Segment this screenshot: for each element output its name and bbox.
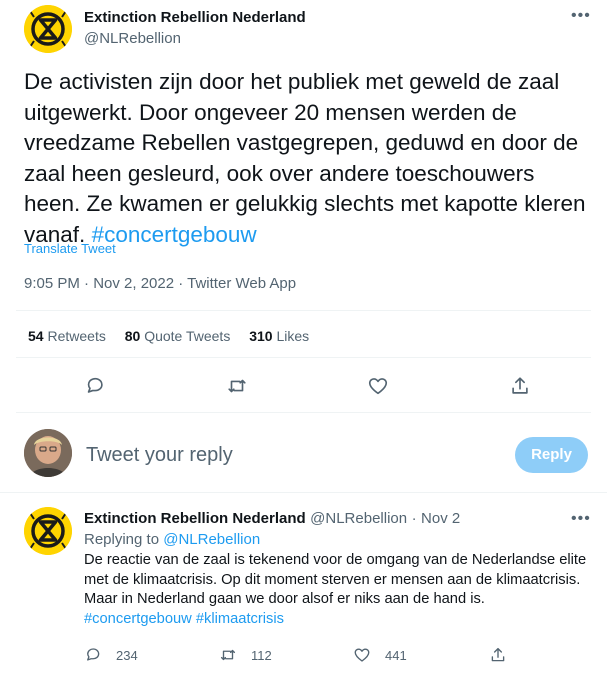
reply-button[interactable]: Reply xyxy=(515,437,588,473)
reply-input[interactable]: Tweet your reply xyxy=(86,444,233,467)
tweet-body: De activisten zijn door het publiek met … xyxy=(24,69,586,247)
retweets-stat[interactable]: 54 Retweets xyxy=(28,328,106,344)
xr-logo-icon xyxy=(24,5,72,53)
reply-action[interactable]: 234 xyxy=(84,646,138,664)
hashtag-link[interactable]: #concertgebouw xyxy=(92,222,257,247)
tweet-text: De activisten zijn door het publiek met … xyxy=(24,67,594,250)
like-icon[interactable] xyxy=(367,375,389,397)
xr-logo-icon xyxy=(24,507,72,555)
share-action[interactable] xyxy=(489,646,521,664)
author-name[interactable]: Extinction Rebellion Nederland xyxy=(84,9,306,26)
reply-count: 234 xyxy=(116,647,138,663)
author-handle[interactable]: @NLRebellion xyxy=(84,30,181,47)
divider xyxy=(16,357,591,358)
reply-body: De reactie van de zaal is tekenend voor … xyxy=(84,552,587,607)
retweet-icon xyxy=(220,649,236,661)
divider xyxy=(0,492,607,493)
engagement-stats: 54 Retweets 80 Quote Tweets 310 Likes xyxy=(28,328,324,344)
more-options-icon[interactable]: ••• xyxy=(571,511,591,527)
tweet-date[interactable]: Nov 2 xyxy=(421,510,460,527)
quote-tweets-stat[interactable]: 80 Quote Tweets xyxy=(125,328,231,344)
reply-icon[interactable] xyxy=(84,375,106,397)
replying-to: Replying to @NLRebellion xyxy=(84,531,261,548)
share-icon xyxy=(491,647,505,662)
more-options-icon[interactable]: ••• xyxy=(571,8,591,24)
user-photo-icon xyxy=(24,429,72,477)
divider xyxy=(16,412,591,413)
author-name[interactable]: Extinction Rebellion Nederland xyxy=(84,510,306,527)
tweet-timestamp[interactable]: 9:05 PM · Nov 2, 2022 · Twitter Web App xyxy=(24,275,296,292)
user-avatar[interactable] xyxy=(24,429,72,477)
retweet-count: 112 xyxy=(251,647,272,663)
like-action[interactable]: 441 xyxy=(353,646,407,664)
author-handle[interactable]: @NLRebellion xyxy=(310,510,407,527)
retweet-icon[interactable] xyxy=(226,375,248,397)
retweet-action[interactable]: 112 xyxy=(219,646,272,664)
reply-icon xyxy=(87,648,100,661)
author-avatar[interactable] xyxy=(24,507,72,555)
hashtag-links[interactable]: #concertgebouw #klimaatcrisis xyxy=(84,611,284,627)
translate-tweet-link[interactable]: Translate Tweet xyxy=(24,241,116,256)
divider xyxy=(16,310,591,311)
like-icon xyxy=(354,648,370,662)
likes-stat[interactable]: 310 Likes xyxy=(249,328,309,344)
reply-author-line: Extinction Rebellion Nederland @NLRebell… xyxy=(84,510,460,528)
share-icon[interactable] xyxy=(509,375,531,397)
reply-tweet-text: De reactie van de zaal is tekenend voor … xyxy=(84,551,594,629)
like-count: 441 xyxy=(385,647,407,663)
separator: · xyxy=(411,510,417,527)
replying-to-handle[interactable]: @NLRebellion xyxy=(163,531,260,548)
author-avatar[interactable] xyxy=(24,5,72,53)
